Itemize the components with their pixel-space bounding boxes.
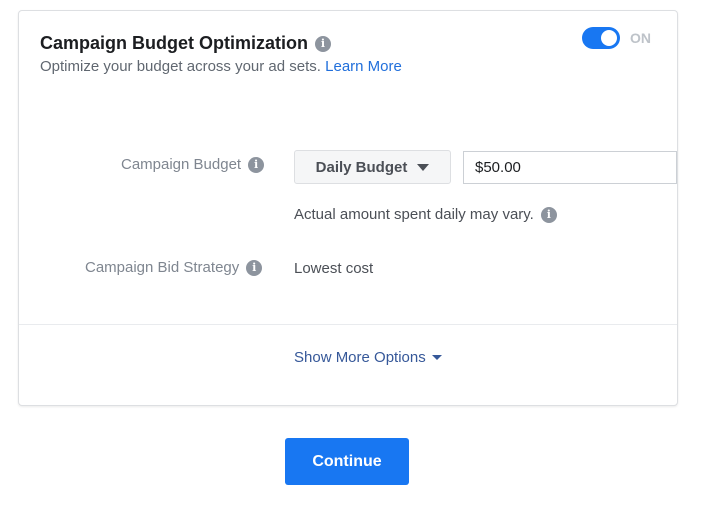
- info-icon[interactable]: i: [246, 259, 263, 276]
- budget-note-text: Actual amount spent daily may vary.: [294, 206, 534, 223]
- info-icon[interactable]: i: [540, 206, 557, 223]
- budget-type-value: Daily Budget: [315, 158, 408, 176]
- learn-more-link[interactable]: Learn More: [325, 58, 402, 75]
- toggle-knob: [601, 30, 617, 46]
- cbo-title-text: Campaign Budget Optimization: [40, 33, 308, 53]
- show-more-options-link[interactable]: Show More Options: [294, 349, 442, 366]
- budget-type-dropdown[interactable]: Daily Budget: [294, 150, 451, 184]
- cbo-toggle[interactable]: [582, 27, 620, 49]
- show-more-options-text: Show More Options: [294, 349, 426, 366]
- bid-strategy-label: Campaign Bid Strategy i: [85, 259, 263, 276]
- continue-button[interactable]: Continue: [285, 438, 409, 485]
- budget-amount-input[interactable]: [463, 151, 677, 184]
- toggle-state-label: ON: [630, 30, 651, 46]
- divider: [19, 324, 677, 325]
- campaign-budget-label: Campaign Budget i: [121, 156, 265, 173]
- budget-note: Actual amount spent daily may vary. i: [294, 206, 557, 223]
- caret-down-icon: [431, 355, 442, 360]
- caret-down-icon: [417, 163, 430, 171]
- info-icon[interactable]: i: [315, 35, 331, 52]
- campaign-budget-optimization-card: Campaign Budget Optimization i Optimize …: [18, 10, 678, 406]
- campaign-budget-label-text: Campaign Budget: [121, 156, 242, 173]
- bid-strategy-value: Lowest cost: [294, 260, 374, 277]
- cbo-subtitle: Optimize your budget across your ad sets…: [40, 58, 402, 75]
- bid-strategy-label-text: Campaign Bid Strategy: [85, 259, 240, 276]
- info-icon[interactable]: i: [248, 156, 265, 173]
- cbo-title: Campaign Budget Optimization i: [40, 33, 331, 54]
- cbo-subtitle-text: Optimize your budget across your ad sets…: [40, 58, 321, 75]
